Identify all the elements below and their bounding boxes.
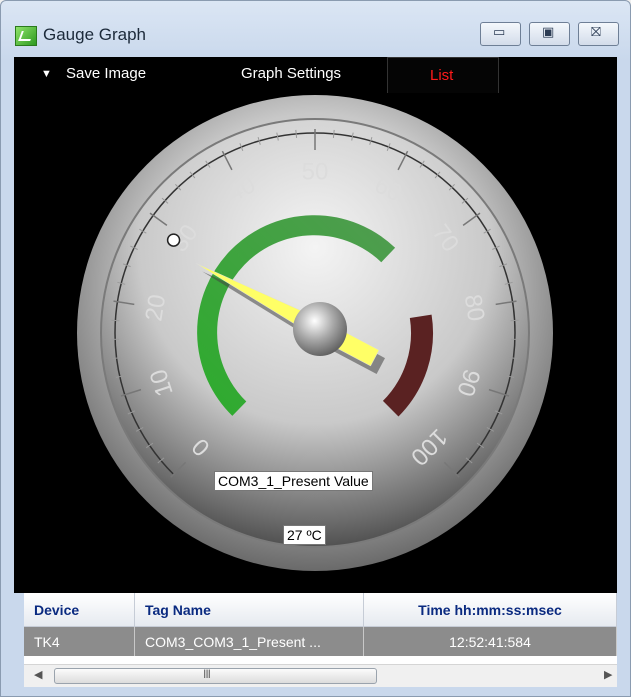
app-icon <box>15 26 37 46</box>
toolbar: ▼ Save Image Graph Settings List <box>14 57 617 94</box>
gauge-minor-tick <box>510 319 519 322</box>
close-button[interactable]: ⛝ <box>578 22 619 46</box>
minimize-button[interactable]: ▭ <box>480 22 521 46</box>
scrollbar-grip: III <box>203 667 211 681</box>
table-header-row: Device Tag Name Time hh:mm:ss:msec <box>24 593 617 627</box>
scroll-left-icon[interactable]: ◀ <box>34 668 42 681</box>
gauge-graph-window: Gauge Graph ▭ ▣ ⛝ ▼ Save Image Graph Set… <box>0 0 631 697</box>
column-header-tag-name[interactable]: Tag Name <box>134 593 364 627</box>
maximize-button[interactable]: ▣ <box>529 22 570 46</box>
data-table: Device Tag Name Time hh:mm:ss:msec TK4 C… <box>24 593 617 656</box>
gauge-hub <box>293 302 347 356</box>
window-title: Gauge Graph <box>43 25 147 44</box>
gauge-tag-label: COM3_1_Present Value <box>214 471 373 491</box>
column-header-device[interactable]: Device <box>24 593 135 627</box>
gauge-scale-label: 80 <box>459 293 490 324</box>
column-header-time[interactable]: Time hh:mm:ss:msec <box>363 593 617 627</box>
horizontal-scrollbar[interactable]: ◀ III ▶ <box>24 664 617 687</box>
maximize-icon: ▣ <box>542 25 555 40</box>
gauge: 010203040 50 60708090100 <box>77 95 553 571</box>
gauge-value-marker <box>166 233 181 247</box>
table-row[interactable]: TK4 COM3_COM3_1_Present ... 12:52:41:584 <box>24 626 617 656</box>
gauge-area: 0 10 20 30 40 50 60 70 80 90 100 COM3_1_Present Va… <box>14 93 617 593</box>
gauge-scale-label: 50 <box>302 158 329 185</box>
graph-settings-button[interactable]: Graph Settings <box>241 65 341 82</box>
gauge-minor-tick <box>111 319 120 322</box>
title-bar[interactable]: Gauge Graph ▭ ▣ ⛝ <box>1 1 630 57</box>
scroll-right-icon[interactable]: ▶ <box>604 668 612 681</box>
tab-list-label: List <box>430 67 454 84</box>
table-cell-time: 12:52:41:584 <box>363 626 617 656</box>
scrollbar-thumb[interactable]: III <box>54 667 377 684</box>
table-cell-device: TK4 <box>24 626 135 656</box>
gauge-value-label: 27 ºC <box>283 525 326 545</box>
gauge-scale-label: 20 <box>140 293 171 324</box>
close-icon: ⛝ <box>591 25 601 40</box>
save-image-button[interactable]: Save Image <box>66 65 146 82</box>
minimize-icon: ▭ <box>493 25 506 40</box>
dropdown-arrow-icon[interactable]: ▼ <box>41 68 52 80</box>
table-cell-tag-name: COM3_COM3_1_Present ... <box>134 626 364 656</box>
tab-list[interactable]: List <box>387 57 499 94</box>
